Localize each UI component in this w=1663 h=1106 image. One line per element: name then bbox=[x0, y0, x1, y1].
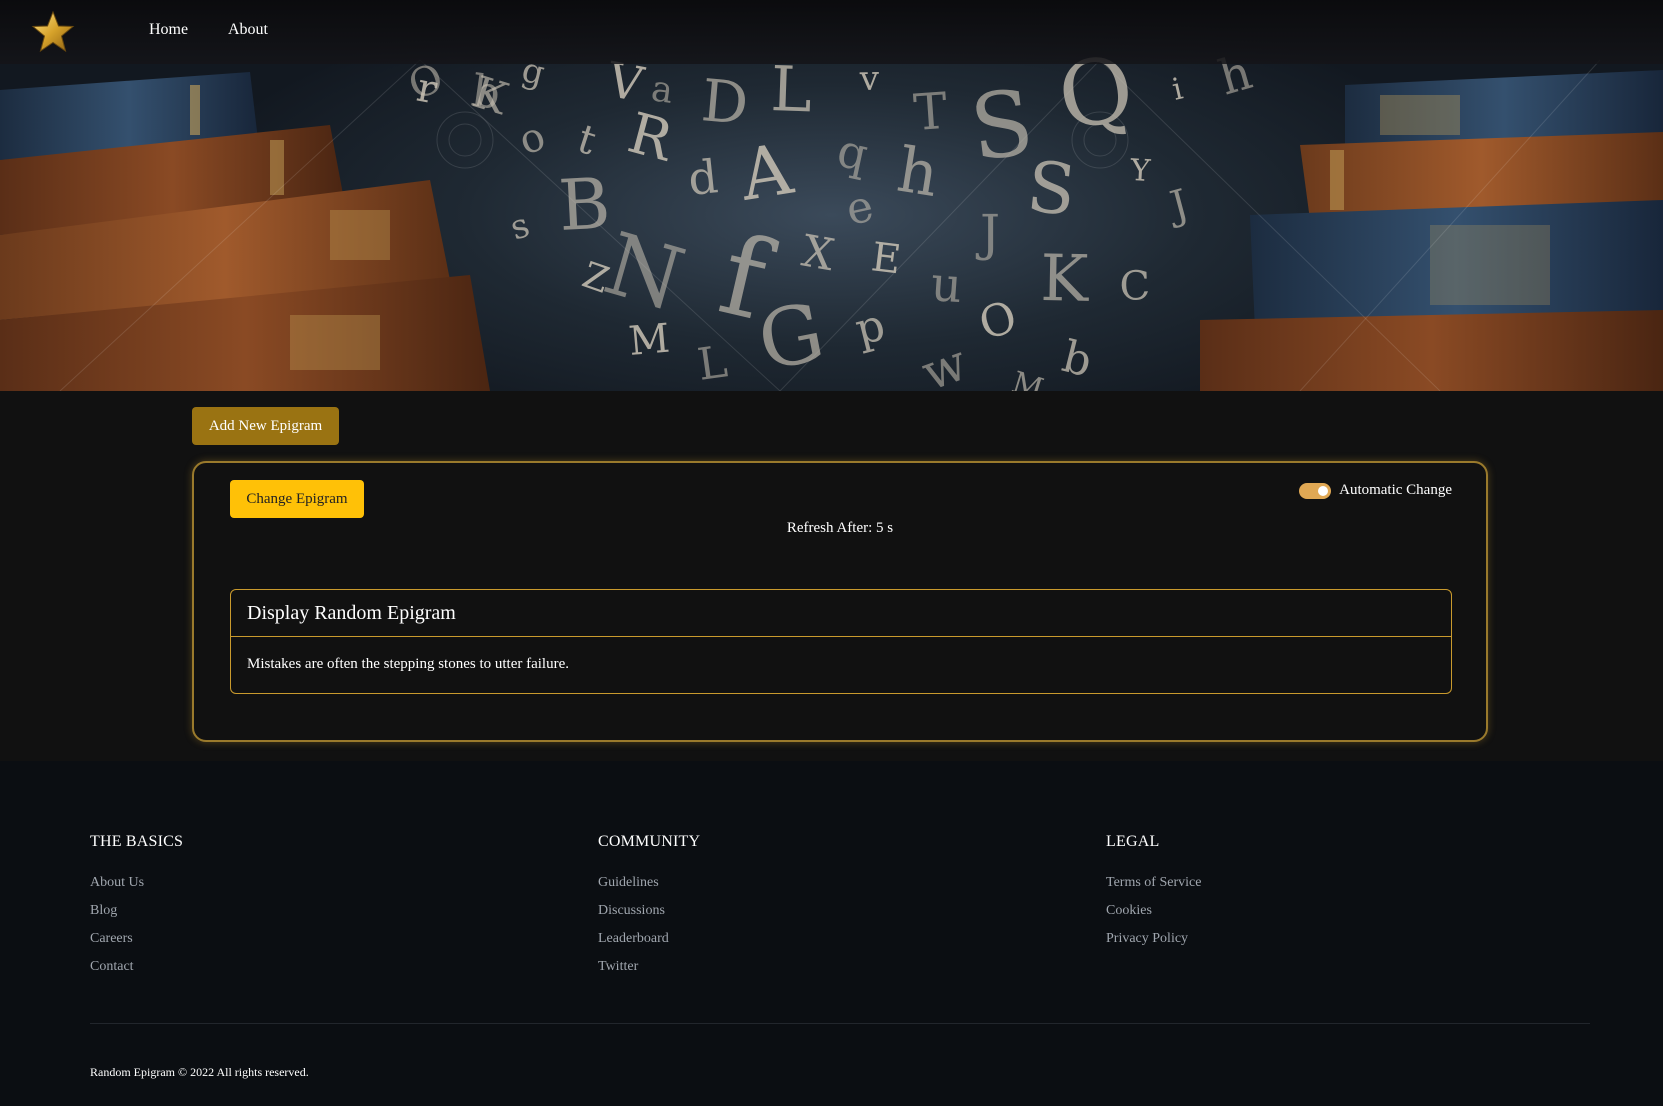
footer-heading: COMMUNITY bbox=[598, 833, 701, 850]
refresh-timer-text: Refresh After: 5 s bbox=[786, 520, 894, 536]
hero-letter: q bbox=[833, 123, 873, 182]
floating-letters: O Kg Va D LvT S Qi ho t Rq h S YJB d Ae JsZN f X Eu K CM L Gp O… bbox=[403, 35, 1258, 391]
hero-letter: A bbox=[734, 128, 799, 217]
hero-letter: G bbox=[751, 285, 831, 388]
hero-letter: o bbox=[513, 113, 551, 164]
hero-letter: u bbox=[929, 256, 964, 314]
change-epigram-button[interactable]: Change Epigram bbox=[230, 480, 364, 518]
hero-letter: J bbox=[975, 204, 1000, 262]
hero-letter: h bbox=[893, 133, 944, 211]
epigram-display-box: Display Random Epigram Mistakes are ofte… bbox=[230, 589, 1452, 694]
hero-letter: X bbox=[798, 226, 838, 282]
footer-link-blog[interactable]: Blog bbox=[90, 903, 117, 918]
epigram-text: Mistakes are often the stepping stones t… bbox=[247, 656, 569, 672]
hero-letter: E bbox=[869, 234, 904, 283]
footer-link-careers[interactable]: Careers bbox=[90, 931, 133, 946]
left-book-stack bbox=[0, 72, 490, 391]
footer-link-twitter[interactable]: Twitter bbox=[598, 959, 638, 974]
hero-letter: p bbox=[850, 299, 890, 355]
hero-letter: t bbox=[572, 116, 602, 165]
hero-letter: S bbox=[965, 70, 1039, 182]
footer-link-cookies[interactable]: Cookies bbox=[1106, 903, 1152, 918]
footer-link-discussions[interactable]: Discussions bbox=[598, 903, 665, 918]
nav-link-about[interactable]: About bbox=[228, 21, 268, 39]
footer-link-contact[interactable]: Contact bbox=[90, 959, 134, 974]
hero-letter: w bbox=[914, 333, 974, 391]
footer-link-terms[interactable]: Terms of Service bbox=[1106, 875, 1201, 890]
hero-letter: i bbox=[1169, 72, 1186, 108]
footer-link-guidelines[interactable]: Guidelines bbox=[598, 875, 659, 890]
hero-letter: O bbox=[973, 291, 1022, 350]
epigram-card: Change Epigram Automatic Change Refresh … bbox=[192, 461, 1488, 742]
footer-column-legal: LEGAL Terms of Service Cookies Privacy P… bbox=[1106, 833, 1201, 957]
hero-letter: J bbox=[1162, 181, 1193, 231]
right-book-stack bbox=[1200, 70, 1663, 391]
hero-letter: T bbox=[912, 82, 949, 142]
footer-heading: THE BASICS bbox=[90, 833, 184, 850]
footer-link-about-us[interactable]: About Us bbox=[90, 875, 144, 890]
footer-heading: LEGAL bbox=[1106, 833, 1160, 850]
hero-letter: L bbox=[694, 336, 730, 391]
hero-letter: e bbox=[842, 180, 878, 235]
hero-letter: b bbox=[1057, 331, 1097, 387]
hero-letter: s bbox=[505, 205, 534, 248]
footer-column-basics: THE BASICS About Us Blog Careers Contact bbox=[90, 833, 183, 985]
auto-change-control: Automatic Change bbox=[1299, 482, 1452, 499]
hero-letter: B bbox=[557, 162, 613, 247]
hero-letter: M bbox=[1008, 365, 1048, 391]
hero-letter: S bbox=[1023, 145, 1079, 232]
footer-link-leaderboard[interactable]: Leaderboard bbox=[598, 931, 669, 946]
hero-letter: d bbox=[686, 149, 721, 206]
footer-link-privacy[interactable]: Privacy Policy bbox=[1106, 931, 1188, 946]
hero-letter: v bbox=[858, 59, 880, 99]
hero-letter: C bbox=[1119, 263, 1151, 310]
hero-letter: K bbox=[1040, 242, 1090, 317]
star-icon[interactable] bbox=[30, 9, 76, 55]
hero-letter: Y bbox=[1129, 153, 1153, 189]
hero-letter: D bbox=[699, 66, 751, 138]
auto-change-toggle[interactable] bbox=[1299, 482, 1332, 499]
top-navbar: Home About bbox=[0, 0, 1663, 64]
footer-column-community: COMMUNITY Guidelines Discussions Leaderb… bbox=[598, 833, 700, 985]
hero-letter: M bbox=[627, 316, 672, 365]
copyright-text: Random Epigram © 2022 All rights reserve… bbox=[90, 1065, 309, 1079]
nav-link-home[interactable]: Home bbox=[149, 21, 188, 39]
epigram-title: Display Random Epigram bbox=[231, 590, 1451, 637]
site-footer: THE BASICS About Us Blog Careers Contact… bbox=[0, 761, 1663, 1106]
footer-divider bbox=[90, 1023, 1590, 1024]
add-epigram-button[interactable]: Add New Epigram bbox=[192, 407, 339, 445]
auto-change-label: Automatic Change bbox=[1339, 482, 1452, 498]
